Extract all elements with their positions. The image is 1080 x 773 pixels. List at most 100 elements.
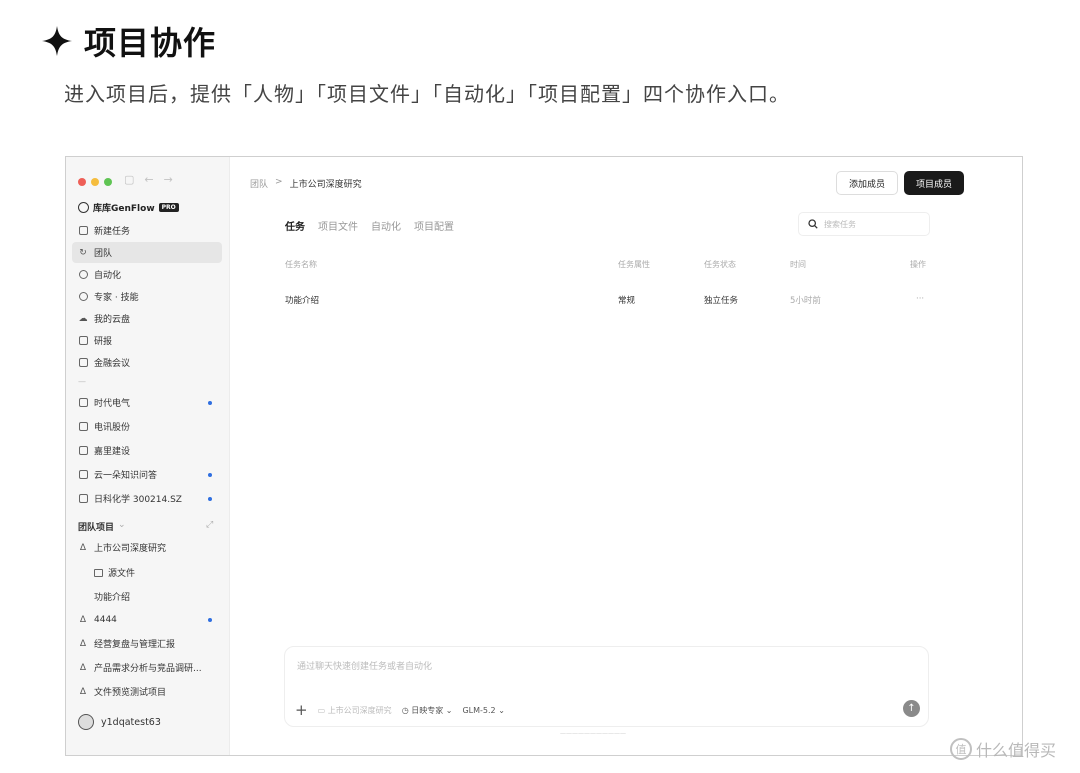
tab-tasks[interactable]: 任务 [285,218,305,233]
expert-label: 日映专家 [411,705,444,715]
breadcrumb: 团队 > 上市公司深度研究 [250,177,362,190]
expand-icon[interactable]: ⤢ [206,520,213,530]
file-icon [78,422,88,432]
sidebar-file-item[interactable]: 时代电气 [72,392,222,413]
column-header-actions: 操作 [910,260,926,269]
section-label: 团队项目 [78,523,115,533]
minimize-window-button[interactable] [91,178,99,186]
expert-icon [78,292,88,302]
sidebar-item-label: 金融会议 [94,359,131,369]
sidebar-item-label: 我的云盘 [94,315,131,325]
project-label: 4444 [94,614,117,625]
project-icon: ᐃ [79,686,87,697]
more-actions-icon[interactable]: ··· [916,294,924,304]
project-members-button[interactable]: 项目成员 [904,171,964,195]
pro-badge: PRO [158,203,179,212]
column-header-name: 任务名称 [285,260,317,269]
project-context-chip[interactable]: ▭ 上市公司深度研究 [318,705,392,716]
project-tabs: 任务 项目文件 自动化 项目配置 [285,218,454,233]
team-icon: ↻ [79,247,87,258]
task-status-cell: 独立任务 [704,296,739,306]
composer-placeholder: 通过聊天快速创建任务或者自动化 [297,662,433,672]
column-header-status: 任务状态 [704,260,736,269]
search-input[interactable]: 搜索任务 [798,212,930,236]
watermark-text: 什么值得买 [976,741,1057,760]
sidebar: ▢ ← → 库库GenFlow PRO 新建任务 ↻ 团队 自动化 专家 · 技… [66,157,230,755]
sidebar-item-automation[interactable]: 自动化 [72,264,222,285]
context-label: 上市公司深度研究 [327,705,392,715]
unread-dot [208,496,212,501]
sidebar-item-new-task[interactable]: 新建任务 [72,220,222,241]
sidebar-item-cloud[interactable]: ☁ 我的云盘 [72,308,222,329]
task-time-cell: 5小时前 [790,296,821,306]
forward-arrow-icon[interactable]: → [164,173,173,186]
maximize-window-button[interactable] [104,178,112,186]
sidebar-toggle-icon[interactable]: ▢ [124,173,134,186]
sparkle-icon [42,26,72,56]
column-header-time: 时间 [790,260,806,269]
file-icon [78,398,88,408]
sidebar-item-team[interactable]: ↻ 团队 [72,242,222,263]
brand-name: 库库GenFlow [93,204,155,214]
unread-dot [208,400,212,405]
clipped-item: — [78,377,86,383]
add-member-button[interactable]: 添加成员 [836,171,898,195]
window-nav: ▢ ← → [124,173,173,186]
sidebar-file-item[interactable]: 嘉里建设 [72,440,222,461]
project-item[interactable]: ᐃ 上市公司深度研究 [72,537,222,558]
subitem-label: 源文件 [108,569,136,579]
back-arrow-icon[interactable]: ← [144,173,153,186]
user-profile[interactable]: y1dqatest63 [78,714,161,730]
watermark-logo-icon: 值 [950,738,972,760]
search-placeholder: 搜索任务 [824,219,856,229]
breadcrumb-separator: > [275,177,283,187]
file-label: 云一朵知识问答 [94,471,158,481]
sidebar-file-item[interactable]: 云一朵知识问答 [72,464,222,485]
project-subitem-source-files[interactable]: 源文件 [94,566,135,579]
chevron-down-icon: ⌄ [445,705,453,715]
project-item[interactable]: ᐃ 经营复盘与管理汇报 [72,633,222,654]
watermark: 值 什么值得买 [950,737,1056,761]
project-icon: ᐃ [79,542,87,553]
unread-dot [208,617,212,622]
sidebar-item-label: 专家 · 技能 [94,293,139,303]
close-window-button[interactable] [78,178,86,186]
cloud-icon: ☁ [78,313,88,324]
sidebar-item-experts[interactable]: 专家 · 技能 [72,286,222,307]
clock-icon: ◷ [401,705,409,715]
project-label: 经营复盘与管理汇报 [94,640,176,650]
brand: 库库GenFlow PRO [78,201,179,214]
sidebar-file-item[interactable]: 电讯股份 [72,416,222,437]
task-attr-cell: 常规 [618,296,636,306]
tab-project-files[interactable]: 项目文件 [318,218,358,233]
project-item[interactable]: ᐃ 产品需求分析与竞品调研... [72,657,222,678]
breadcrumb-current: 上市公司深度研究 [289,180,362,190]
model-selector[interactable]: GLM-5.2 ⌄ [462,706,504,715]
project-item[interactable]: ᐃ 文件预览测试项目 [72,681,222,702]
file-label: 日科化学 300214.SZ [94,495,182,505]
breadcrumb-root[interactable]: 团队 [250,177,268,190]
window-controls [78,178,112,186]
sidebar-file-item[interactable]: 日科化学 300214.SZ [72,488,222,509]
app-window: ▢ ← → 库库GenFlow PRO 新建任务 ↻ 团队 自动化 专家 · 技… [65,156,1023,756]
new-task-icon [78,226,88,236]
sidebar-item-reports[interactable]: 研报 [72,330,222,351]
project-subitem-intro[interactable]: 功能介绍 [94,590,130,603]
chat-composer[interactable]: 通过聊天快速创建任务或者自动化 + ▭ 上市公司深度研究 ◷ 日映专家 ⌄ GL… [284,646,929,727]
tab-project-config[interactable]: 项目配置 [414,218,454,233]
send-button[interactable]: ↑ [903,700,920,717]
sidebar-item-meetings[interactable]: 金融会议 [72,352,222,373]
unread-dot [208,472,212,477]
add-attachment-icon[interactable]: + [295,701,308,719]
project-icon: ᐃ [79,638,87,649]
file-icon [78,470,88,480]
sidebar-item-label: 自动化 [94,271,122,281]
project-item[interactable]: ᐃ 4444 [72,609,222,630]
expert-selector[interactable]: ◷ 日映专家 ⌄ [402,705,453,716]
sidebar-item-label: 新建任务 [94,227,131,237]
tab-automation[interactable]: 自动化 [371,218,401,233]
team-projects-header[interactable]: 团队项目 ⌄ [78,520,126,533]
project-label: 上市公司深度研究 [94,544,167,554]
file-label: 嘉里建设 [94,447,131,457]
task-name-cell[interactable]: 功能介绍 [285,294,319,306]
